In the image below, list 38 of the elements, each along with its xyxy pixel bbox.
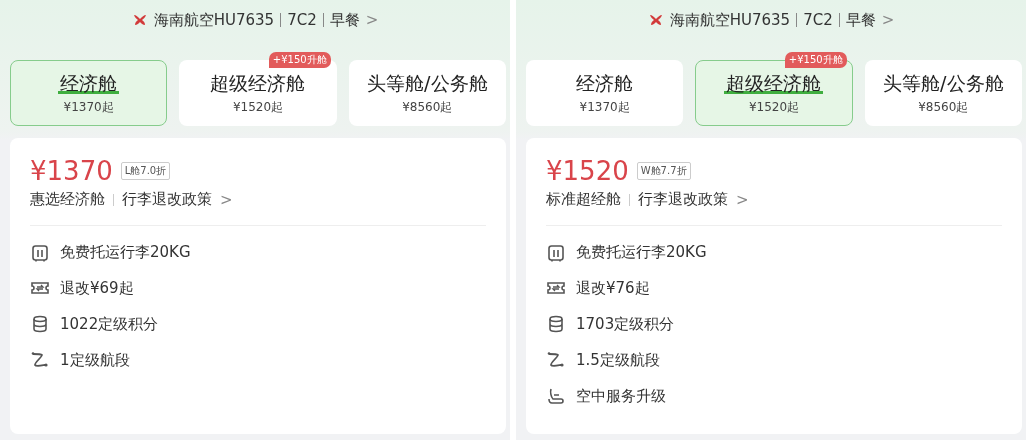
policy-link[interactable]: 行李退改政策 xyxy=(638,190,728,209)
cabin-tab[interactable]: 头等舱/公务舱 ¥8560起 xyxy=(864,60,1022,126)
fare-name: 惠选经济舱 xyxy=(30,190,105,209)
upgrade-badge: +¥150升舱 xyxy=(268,52,331,68)
cabin-tab[interactable]: 经济舱 ¥1370起 xyxy=(526,60,684,126)
meal-info: 早餐 xyxy=(329,10,360,30)
seat-icon xyxy=(546,386,566,406)
fare-name: 标准超经舱 xyxy=(546,190,621,209)
upgrade-badge: +¥150升舱 xyxy=(784,52,847,68)
fare-price: ¥1520 xyxy=(546,156,629,186)
perk-text: 1.5定级航段 xyxy=(576,350,660,370)
perk-text: 免费托运行李20KG xyxy=(576,242,707,262)
suitcase-icon xyxy=(546,242,566,262)
perk-text: 退改¥69起 xyxy=(60,278,134,298)
coin-stack-icon xyxy=(546,314,566,334)
fare-price: ¥1370 xyxy=(30,156,113,186)
coin-stack-icon xyxy=(30,314,50,334)
meal-info: 早餐 xyxy=(845,10,876,30)
chevron-icon[interactable]: > xyxy=(220,190,233,209)
perk-text: 1定级航段 xyxy=(60,350,130,370)
chevron-icon[interactable]: > xyxy=(736,190,749,209)
discount-tag: W舱7.7折 xyxy=(636,162,691,180)
flight-number: 海南航空HU7635 xyxy=(153,10,275,30)
perk-text: 空中服务升级 xyxy=(576,386,666,406)
aircraft-type: 7C2 xyxy=(287,11,317,29)
discount-tag: L舱7.0折 xyxy=(120,162,171,180)
cabin-tab[interactable]: 头等舱/公务舱 ¥8560起 xyxy=(348,60,506,126)
route-icon xyxy=(30,350,50,370)
aircraft-type: 7C2 xyxy=(803,11,833,29)
perk-text: 1022定级积分 xyxy=(60,314,159,334)
perk-text: 免费托运行李20KG xyxy=(60,242,191,262)
flight-number: 海南航空HU7635 xyxy=(669,10,791,30)
policy-link[interactable]: 行李退改政策 xyxy=(122,190,212,209)
perk-text: 退改¥76起 xyxy=(576,278,650,298)
route-icon xyxy=(546,350,566,370)
suitcase-icon xyxy=(30,242,50,262)
perk-text: 1703定级积分 xyxy=(576,314,675,334)
cabin-tab[interactable]: 经济舱 ¥1370起 xyxy=(10,60,168,126)
